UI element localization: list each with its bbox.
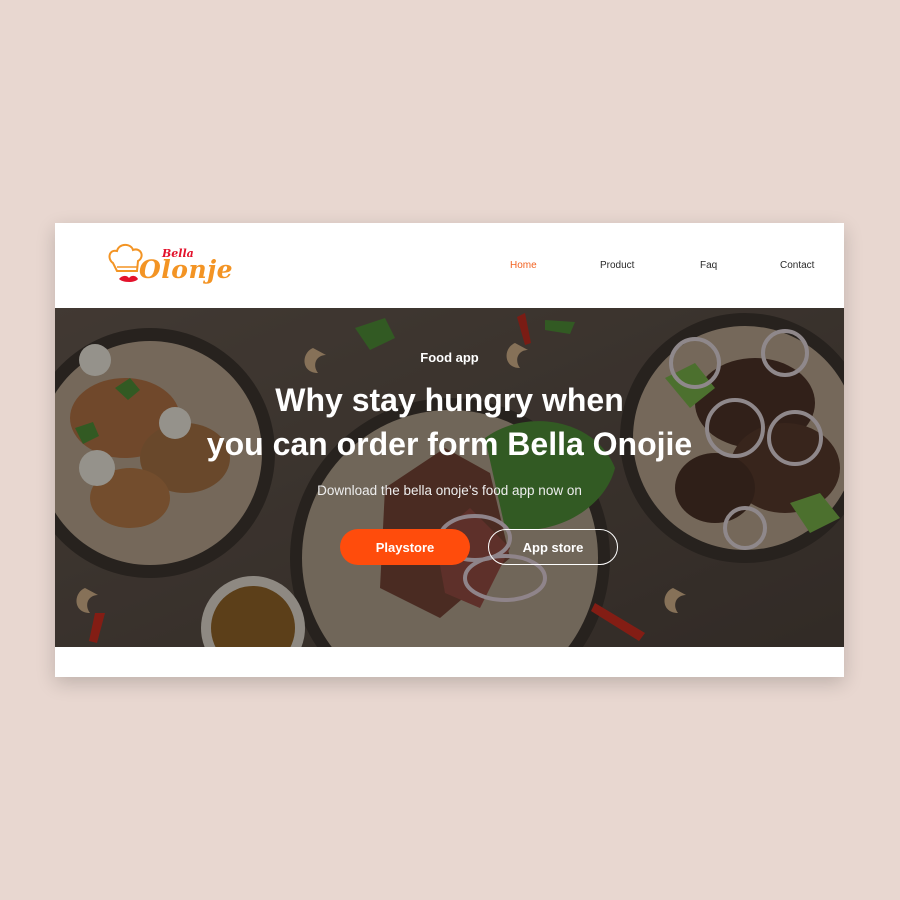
- logo-text-olonje: Olonje: [139, 255, 234, 284]
- hero-headline-line2: you can order form Bella Onojie: [206, 426, 693, 462]
- hero-eyebrow: Food app: [420, 350, 479, 365]
- hero-subtitle: Download the bella onoje’s food app now …: [317, 483, 582, 498]
- hero-section: Food app Why stay hungry when you can or…: [55, 308, 844, 647]
- nav-product[interactable]: Product: [600, 260, 634, 271]
- hero-headline-line1: Why stay hungry when: [275, 382, 624, 418]
- nav-faq[interactable]: Faq: [700, 260, 717, 271]
- hero-headline: Why stay hungry when you can order form …: [55, 378, 844, 466]
- nav-contact[interactable]: Contact: [780, 260, 814, 271]
- brand-logo[interactable]: Bella Olonje: [105, 241, 233, 293]
- playstore-button[interactable]: Playstore: [340, 529, 470, 565]
- nav-home[interactable]: Home: [510, 260, 537, 271]
- header: Bella Olonje Home Product Faq Contact: [55, 223, 844, 308]
- appstore-button[interactable]: App store: [488, 529, 618, 565]
- landing-page-card: Bella Olonje Home Product Faq Contact Fo…: [55, 223, 844, 677]
